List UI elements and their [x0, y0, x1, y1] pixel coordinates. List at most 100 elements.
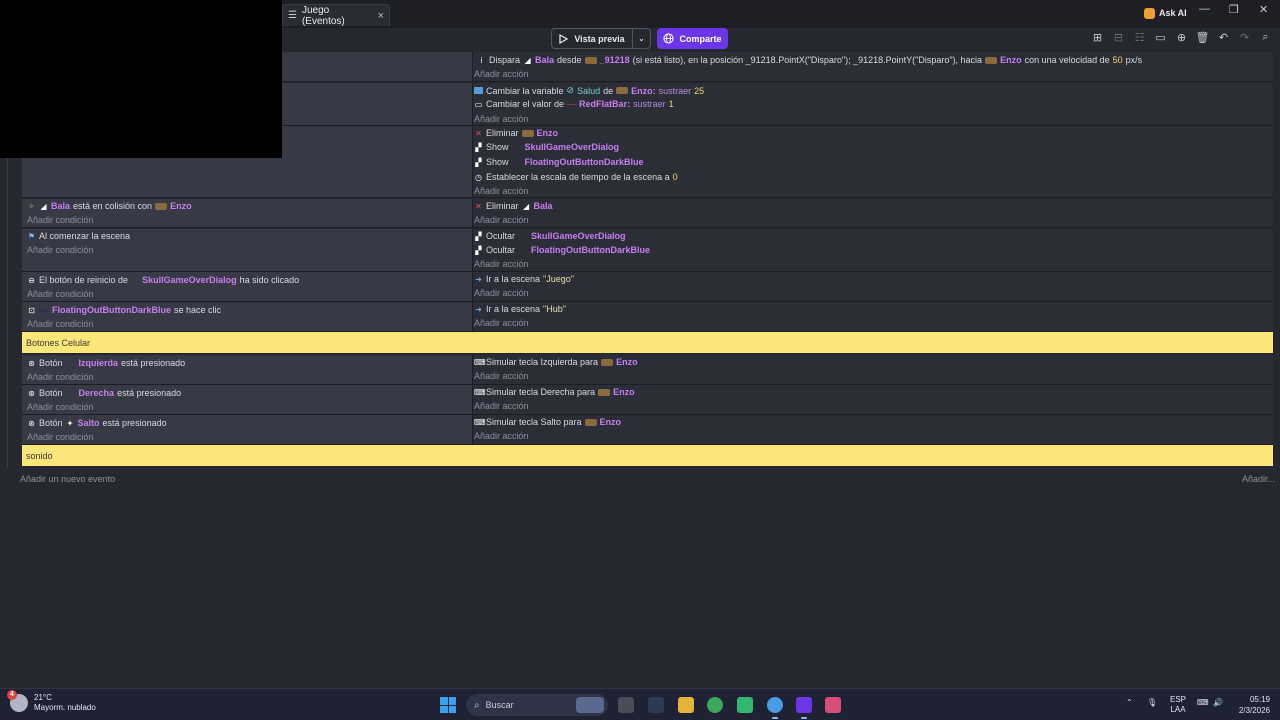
action-hide-dialog[interactable]: ▞ Ocultar SkullGameOverDialog [474, 231, 625, 241]
chrome-icon[interactable] [707, 697, 723, 713]
tab-juego-eventos[interactable]: ☰ Juego (Eventos) × [282, 4, 390, 27]
event-row[interactable]: ⊖ El botón de reinicio de SkullGameOverD… [22, 272, 1273, 302]
action-go-to-scene[interactable]: ➜ Ir a la escena "Juego" [474, 274, 574, 284]
hide-icon: ▞ [475, 245, 482, 255]
add-condition-link[interactable]: Añadir condición [27, 432, 94, 442]
action-delete-bala[interactable]: ✕ Eliminar ◢ Bala [474, 201, 552, 211]
event-row[interactable]: ⊡ FloatingOutButtonDarkBlue se hace clic… [22, 302, 1273, 332]
enzo-icon [985, 56, 998, 64]
windows-start-icon[interactable] [440, 697, 456, 713]
event-row[interactable]: ⊛ Botón ✦ Salto está presionado Añadir c… [22, 415, 1273, 445]
action-change-variable[interactable]: Cambiar la variable ⊘ Salud de Enzo: sus… [474, 85, 704, 96]
search-highlight-image [576, 697, 604, 713]
add-new-event-link[interactable]: Añadir un nuevo evento [20, 474, 115, 484]
add-action-link[interactable]: Añadir acción [474, 69, 529, 79]
search-icon: ⌕ [474, 699, 480, 711]
undo-icon[interactable]: ↶ [1217, 31, 1230, 44]
add-sub-event-icon[interactable]: ⊟ [1112, 31, 1125, 44]
action-show-dialog[interactable]: ▞ Show SkullGameOverDialog [474, 142, 619, 152]
actions-cell[interactable] [473, 272, 1273, 301]
condition-restart-clicked[interactable]: ⊖ El botón de reinicio de SkullGameOverD… [27, 275, 299, 285]
actions-cell[interactable] [473, 199, 1273, 227]
chat-icon[interactable]: ▭ [1154, 31, 1167, 44]
language-indicator[interactable]: ESP LAA [1170, 695, 1186, 715]
taskbar-search[interactable]: ⌕ Buscar [466, 694, 608, 716]
add-action-link[interactable]: Añadir acción [474, 114, 529, 124]
search-icon[interactable]: ⌕ [1259, 31, 1272, 44]
tab-close-icon[interactable]: × [378, 10, 384, 22]
condition-button-pressed[interactable]: ⊛ Botón Derecha está presionado [27, 388, 181, 398]
action-simulate-key[interactable]: ⌨ Simular tecla Derecha para Enzo [474, 387, 635, 397]
event-row[interactable]: ⚑ Al comenzar la escena Añadir condición… [22, 229, 1273, 272]
event-row[interactable]: ⊛ Botón Derecha está presionado Añadir c… [22, 385, 1273, 415]
add-action-link[interactable]: Añadir acción [474, 186, 529, 196]
snipping-tool-icon[interactable] [825, 697, 841, 713]
action-simulate-key[interactable]: ⌨ Simular tecla Salto para Enzo [474, 417, 621, 427]
microphone-icon[interactable]: 🎙 [1147, 698, 1157, 707]
share-button[interactable]: Comparte [657, 28, 728, 49]
ask-ai-button[interactable]: Ask AI [1144, 6, 1187, 20]
maximize-button[interactable]: ❐ [1229, 3, 1239, 16]
condition-button-clicked[interactable]: ⊡ FloatingOutButtonDarkBlue se hace clic [27, 305, 221, 315]
preview-dropdown-chevron-icon[interactable]: ⌄ [632, 29, 650, 48]
add-action-link[interactable]: Añadir acción [474, 431, 529, 441]
add-condition-link[interactable]: Añadir condición [27, 402, 94, 412]
steam-icon[interactable] [648, 697, 664, 713]
volume-icon[interactable]: 🔊 [1213, 698, 1223, 707]
delete-icon[interactable]: 🗑 [1196, 31, 1210, 44]
bullet-icon: ◢ [40, 201, 47, 211]
app-icon[interactable] [737, 697, 753, 713]
file-explorer-icon[interactable] [678, 697, 694, 713]
weather-widget[interactable]: 4 21°C Mayorm. nublado [7, 690, 96, 713]
add-action-link[interactable]: Añadir acción [474, 318, 529, 328]
add-comment-icon[interactable]: ☷ [1133, 31, 1146, 44]
condition-scene-start[interactable]: ⚑ Al comenzar la escena [27, 231, 130, 241]
condition-button-pressed[interactable]: ⊛ Botón ✦ Salto está presionado [27, 418, 166, 428]
add-more-link[interactable]: Añadir... [1242, 474, 1275, 484]
add-condition-link[interactable]: Añadir condición [27, 372, 94, 382]
preview-button[interactable]: Vista previa ⌄ [551, 28, 651, 49]
action-delete-enzo[interactable]: ✕ Eliminar Enzo [474, 128, 558, 138]
action-go-to-scene[interactable]: ➜ Ir a la escena "Hub" [474, 304, 566, 314]
tab-label: Juego (Eventos) [301, 4, 345, 27]
add-action-link[interactable]: Añadir acción [474, 288, 529, 298]
action-simulate-key[interactable]: ⌨ Simular tecla Izquierda para Enzo [474, 357, 638, 367]
action-time-scale[interactable]: ◷ Establecer la escala de tiempo de la e… [474, 172, 678, 182]
event-row[interactable]: ✧ ◢ Bala está en colisión con Enzo Añadi… [22, 199, 1273, 228]
redo-icon[interactable]: ↷ [1238, 31, 1251, 44]
add-action-link[interactable]: Añadir acción [474, 259, 529, 269]
action-change-value[interactable]: ▭ Cambiar el valor de — RedFlatBar: sust… [474, 99, 674, 109]
add-condition-link[interactable]: Añadir condición [27, 289, 94, 299]
event-row[interactable]: ⊛ Botón Izquierda está presionado Añadir… [22, 355, 1273, 385]
add-circle-icon[interactable]: ⊕ [1175, 31, 1188, 44]
add-action-link[interactable]: Añadir acción [474, 215, 529, 225]
event-rail [0, 158, 22, 470]
actions-cell[interactable] [473, 302, 1273, 331]
clock[interactable]: 05:19 2/3/2026 [1226, 694, 1270, 716]
info-icon: i [480, 55, 483, 65]
add-condition-link[interactable]: Añadir condición [27, 245, 94, 255]
action-hide-button[interactable]: ▞ Ocultar FloatingOutButtonDarkBlue [474, 245, 650, 255]
comment-row[interactable]: sonido [22, 445, 1273, 466]
close-window-button[interactable]: ✕ [1259, 3, 1268, 16]
add-action-link[interactable]: Añadir acción [474, 371, 529, 381]
add-condition-link[interactable]: Añadir condición [27, 215, 94, 225]
chrome-profile-icon[interactable] [767, 697, 783, 719]
enzo-icon [521, 129, 534, 137]
gdevelop-icon[interactable] [796, 697, 812, 719]
tray-chevron-icon[interactable]: ⌃ [1126, 698, 1133, 707]
button-icon: ⊡ [28, 305, 35, 315]
minimize-button[interactable]: — [1199, 3, 1210, 15]
button-object-icon [39, 308, 49, 312]
add-action-link[interactable]: Añadir acción [474, 401, 529, 411]
condition-button-pressed[interactable]: ⊛ Botón Izquierda está presionado [27, 358, 185, 368]
add-condition-link[interactable]: Añadir condición [27, 319, 94, 329]
comment-row[interactable]: Botones Celular [22, 332, 1273, 353]
time: 05:19 [1249, 695, 1270, 704]
network-icon[interactable]: ⌨ [1197, 698, 1209, 707]
action-fire-bullet[interactable]: i Dispara ◢ Bala desde _91218 (si está l… [477, 55, 1143, 65]
task-view-icon[interactable] [618, 697, 634, 713]
add-event-icon[interactable]: ⊞ [1091, 31, 1104, 44]
condition-collision[interactable]: ✧ ◢ Bala está en colisión con Enzo [27, 201, 191, 211]
action-show-button[interactable]: ▞ Show FloatingOutButtonDarkBlue [474, 157, 643, 167]
